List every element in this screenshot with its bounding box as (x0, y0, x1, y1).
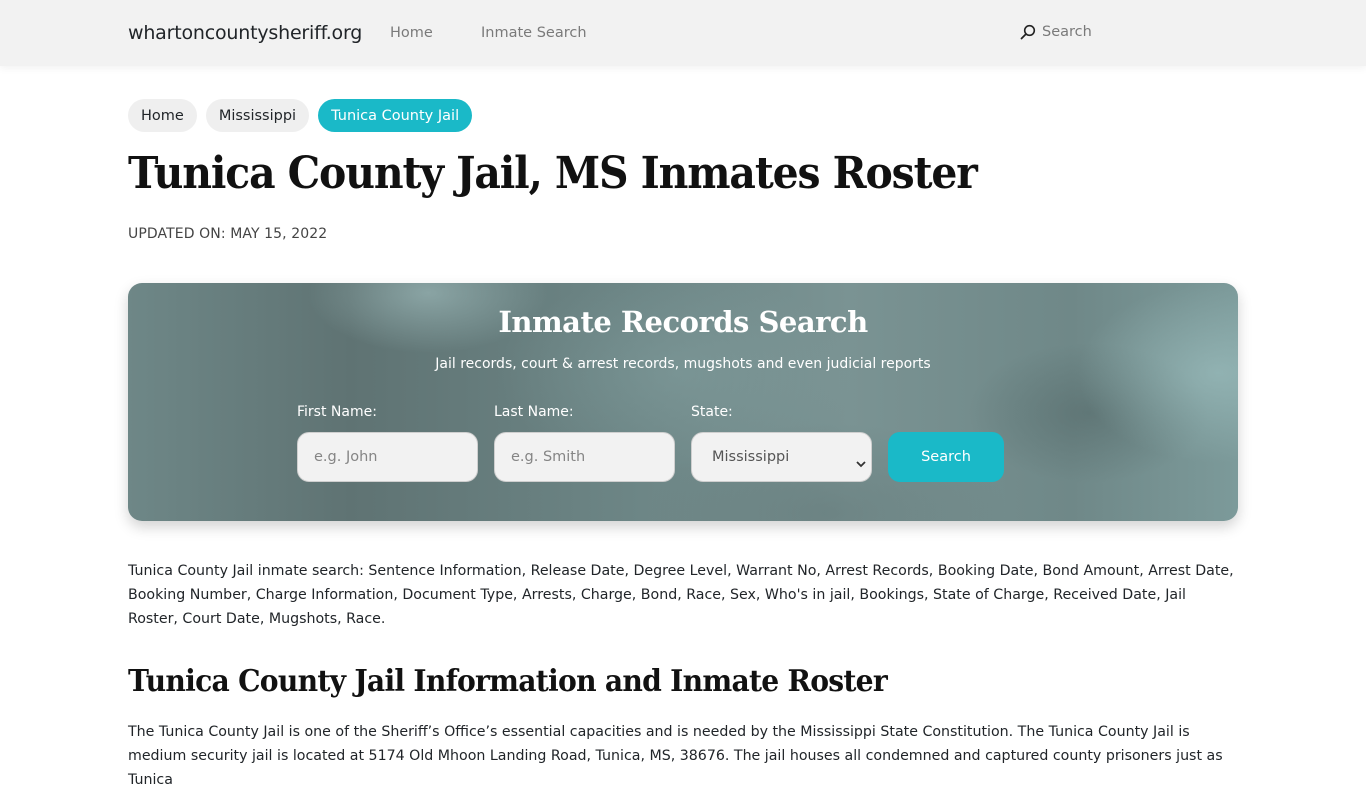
breadcrumb-mississippi[interactable]: Mississippi (205, 99, 310, 132)
page-title: Tunica County Jail, MS Inmates Roster (128, 148, 978, 199)
nav-link-home[interactable]: Home (390, 25, 433, 41)
updated-date: UPDATED ON: MAY 15, 2022 (128, 226, 328, 242)
banner-subtitle: Jail records, court & arrest records, mu… (435, 356, 931, 372)
breadcrumb: Home Mississippi Tunica County Jail (128, 99, 473, 132)
last-name-label: Last Name: (494, 404, 574, 420)
search-icon (1020, 24, 1036, 40)
top-navbar: whartoncountysheriff.org Home Inmate Sea… (0, 0, 1366, 66)
breadcrumb-home[interactable]: Home (128, 99, 197, 132)
state-select[interactable]: Mississippi (691, 432, 872, 482)
section-heading: Tunica County Jail Information and Inmat… (128, 664, 888, 699)
search-submit-button[interactable]: Search (888, 432, 1004, 482)
intro-paragraph: Tunica County Jail inmate search: Senten… (128, 563, 1234, 627)
state-label: State: (691, 404, 733, 420)
nav-link-inmate-search[interactable]: Inmate Search (481, 25, 587, 41)
nav-search-button[interactable]: Search (1020, 24, 1092, 40)
banner-title: Inmate Records Search (498, 305, 868, 339)
first-name-input[interactable] (297, 432, 478, 482)
first-name-label: First Name: (297, 404, 377, 420)
nav-search-label: Search (1042, 24, 1092, 40)
inmate-search-banner: Inmate Records Search Jail records, cour… (128, 283, 1238, 521)
breadcrumb-tunica-county-jail[interactable]: Tunica County Jail (318, 99, 473, 132)
site-brand-link[interactable]: whartoncountysheriff.org (128, 22, 362, 44)
last-name-input[interactable] (494, 432, 675, 482)
jail-info-paragraph: The Tunica County Jail is one of the She… (128, 724, 1223, 788)
